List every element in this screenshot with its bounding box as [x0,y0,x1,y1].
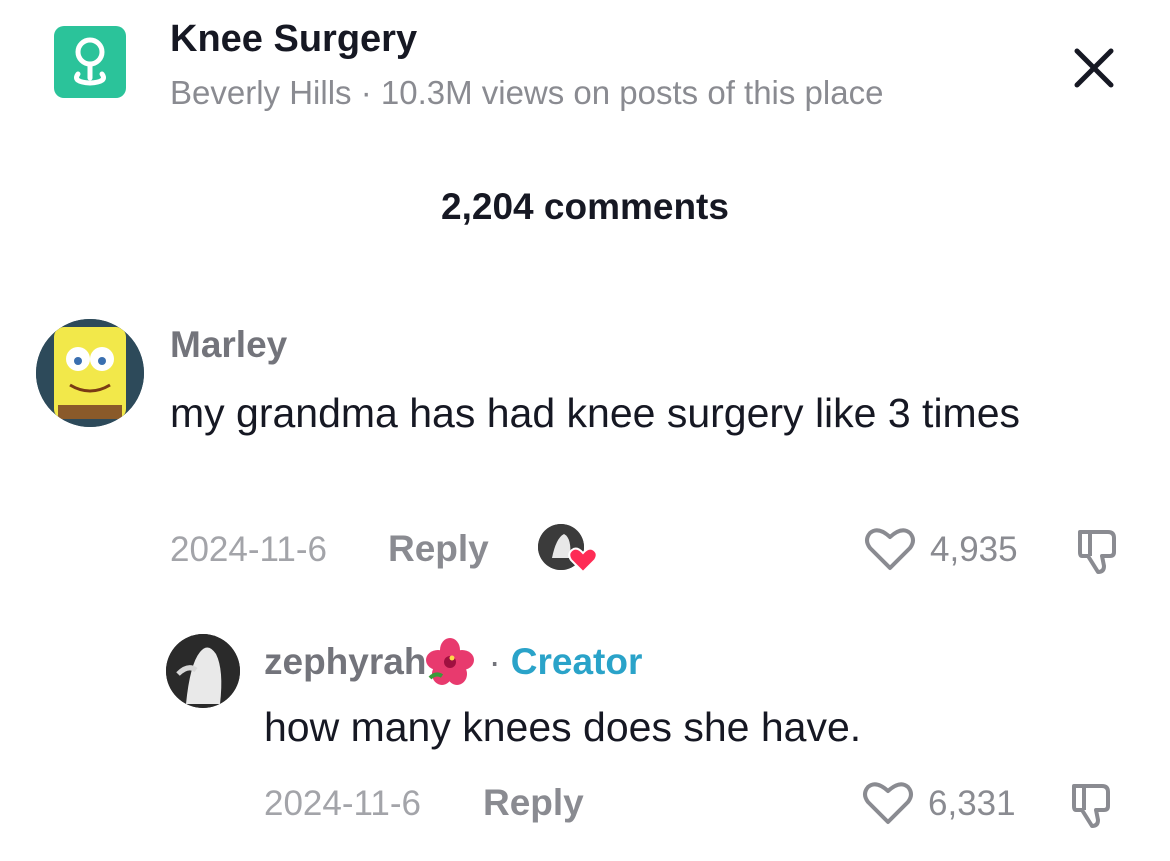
creator-badge: Creator [510,641,643,682]
like-count: 6,331 [928,784,1016,823]
reply-button[interactable]: Reply [483,782,584,824]
hibiscus-emoji [426,638,475,686]
dislike-icon[interactable] [1072,524,1124,581]
comments-count: 2,204 comments [441,186,729,227]
comment-date: 2024-11-6 [170,530,327,569]
like-heart-icon[interactable] [862,780,914,831]
reply-button[interactable]: Reply [388,528,489,570]
place-subtitle: Beverly Hills · 10.3M views on posts of … [170,74,884,111]
avatar[interactable] [166,634,240,708]
reply-username[interactable]: zephyrah [264,641,426,683]
close-icon [1074,48,1114,88]
close-button[interactable] [1064,38,1124,98]
like-count: 4,935 [930,530,1018,569]
reply-date: 2024-11-6 [264,784,421,823]
comment-text: my grandma has had knee surgery like 3 t… [170,390,1021,436]
comment-username[interactable]: Marley [170,324,287,366]
place-pin-icon [54,26,126,98]
separator-dot: · [488,641,501,682]
dislike-icon[interactable] [1066,778,1118,835]
reply-text: how many knees does she have. [264,704,862,750]
reply-user-row: zephyrah · Creator [264,638,642,686]
avatar[interactable] [36,319,144,427]
like-heart-icon[interactable] [864,526,916,577]
place-title[interactable]: Knee Surgery [170,18,417,61]
creator-heart-icon [568,546,598,579]
